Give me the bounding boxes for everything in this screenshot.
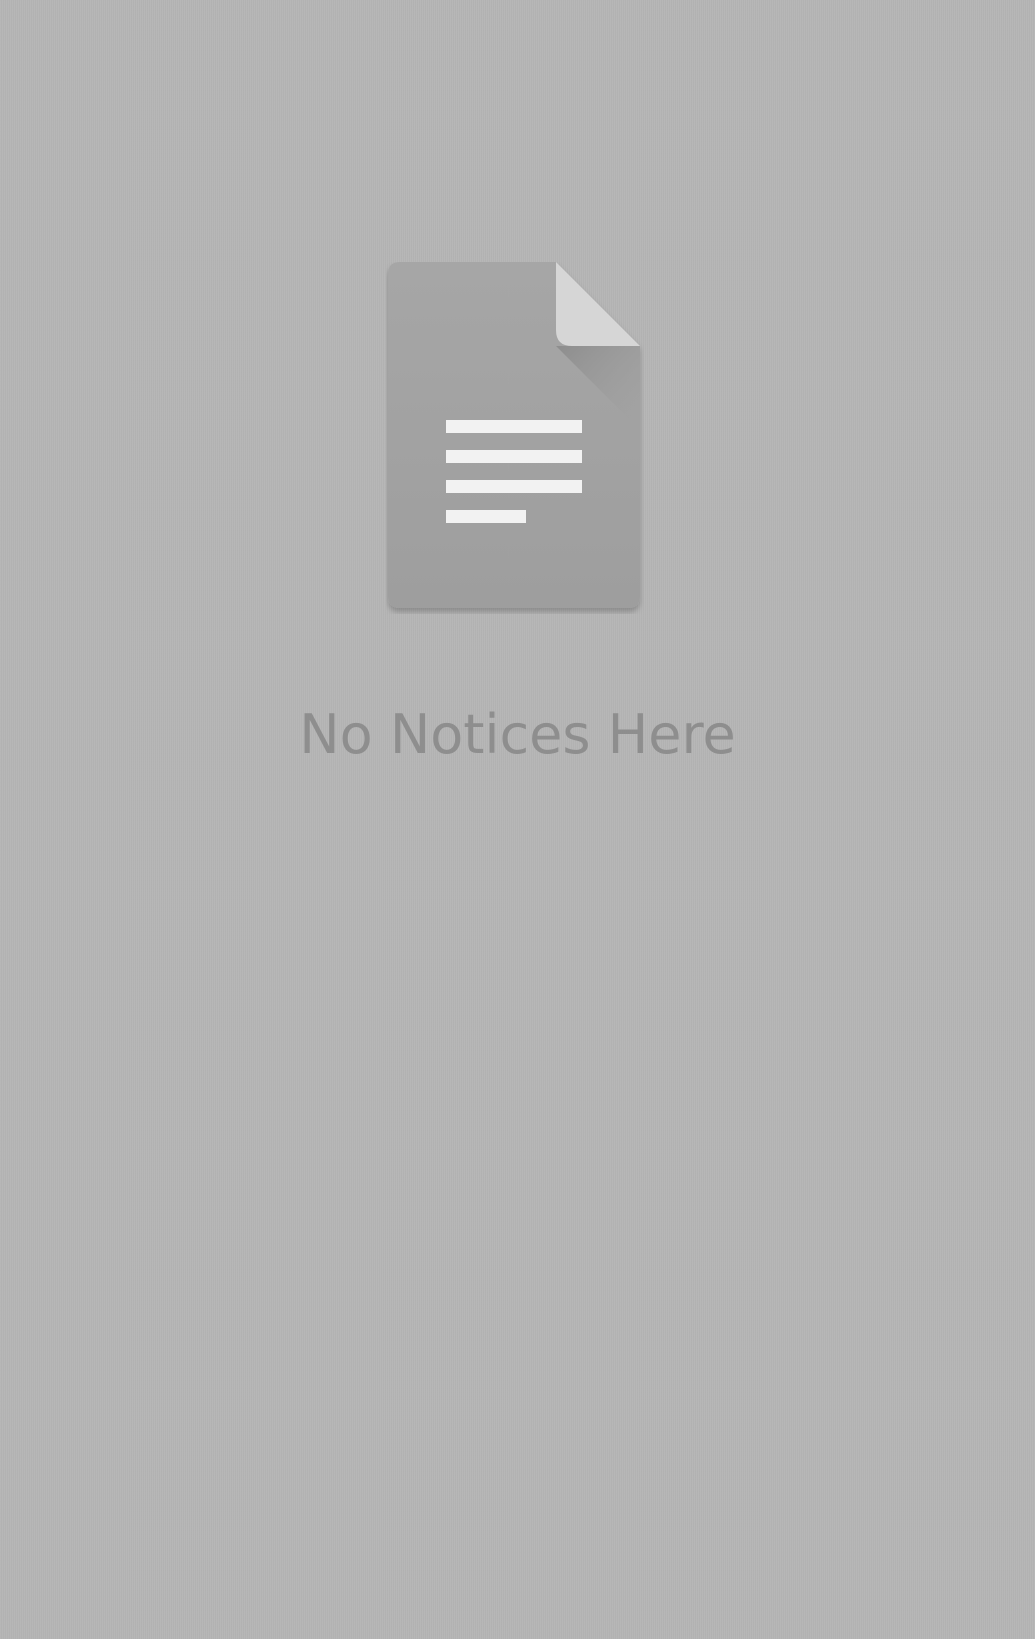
document-icon [386,262,644,614]
empty-state-message: No Notices Here [299,703,736,766]
empty-state: No Notices Here [0,0,1035,1639]
notices-screen: No Notices Here [0,0,1035,1639]
